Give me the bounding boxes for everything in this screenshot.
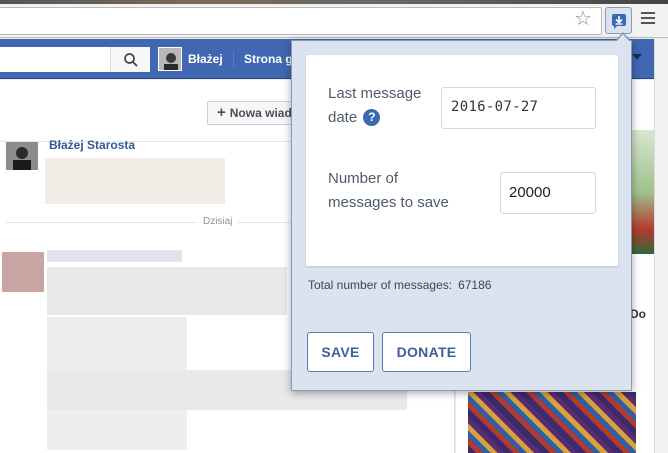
account-menu-caret-icon[interactable] [632, 54, 642, 60]
extension-popup: Last message date ? 2016-07-27 Number of… [291, 40, 632, 391]
settings-card: Last message date ? 2016-07-27 Number of… [306, 55, 618, 266]
blurred-sender [47, 250, 182, 262]
save-messages-extension-icon [612, 14, 626, 29]
blurred-message [47, 267, 287, 315]
divider [233, 50, 234, 68]
blurred-message [47, 410, 187, 450]
search-icon [124, 53, 138, 67]
blurred-avatar [2, 252, 44, 292]
last-message-date-field[interactable]: 2016-07-27 [441, 87, 596, 129]
save-button[interactable]: SAVE [307, 332, 374, 372]
search-input[interactable] [0, 47, 150, 72]
total-messages-label: Total number of messages: [308, 278, 453, 292]
total-messages: Total number of messages: 67186 [308, 278, 491, 292]
bookmark-star-icon[interactable]: ☆ [574, 9, 592, 29]
scrollbar[interactable] [654, 39, 668, 453]
donate-button[interactable]: DONATE [382, 332, 471, 372]
number-of-messages-field[interactable]: 20000 [500, 172, 596, 214]
browser-toolbar: ☆ [0, 4, 668, 38]
plus-icon: + [217, 104, 226, 121]
extension-button[interactable] [605, 7, 632, 34]
hamburger-menu-icon[interactable] [641, 12, 655, 27]
number-of-messages-label: Number of messages to save [328, 170, 449, 211]
new-message-label: Nowa wiad [229, 106, 292, 120]
sidebar-label[interactable]: Do [630, 307, 646, 321]
sender-avatar[interactable] [6, 142, 38, 170]
avatar[interactable] [158, 47, 182, 71]
sidebar-image[interactable] [468, 392, 636, 453]
day-divider-label: Dzisiaj [197, 216, 239, 227]
home-link[interactable]: Strona g [244, 52, 293, 66]
help-icon[interactable]: ? [363, 109, 381, 126]
total-messages-count: 67186 [458, 278, 492, 292]
popup-arrow-fill [617, 34, 629, 41]
blurred-message [45, 158, 225, 204]
last-message-date-label: Last message date ? [328, 85, 422, 126]
sender-name-link[interactable]: Błażej Starosta [49, 138, 135, 152]
sidebar-thumbnail[interactable] [630, 130, 654, 254]
search-button[interactable] [110, 47, 150, 72]
profile-name-link[interactable]: Błażej [188, 52, 223, 66]
address-bar[interactable] [0, 7, 602, 35]
